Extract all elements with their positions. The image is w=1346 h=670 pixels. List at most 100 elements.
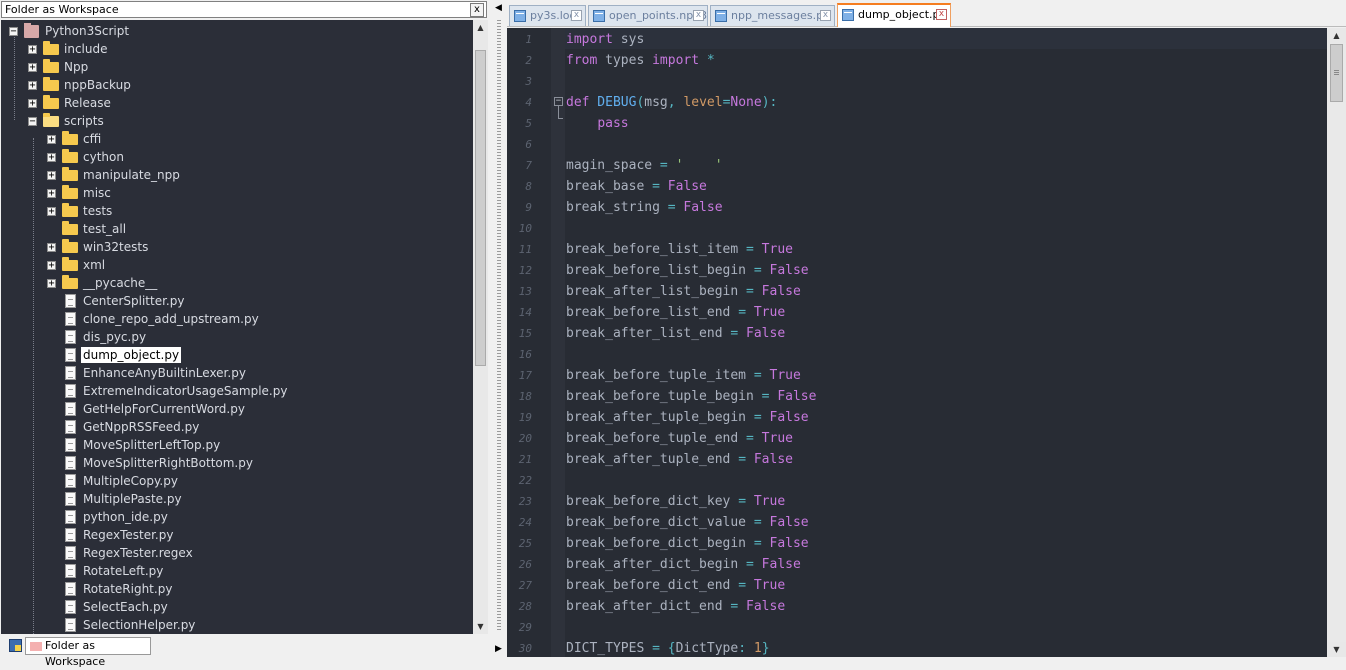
- arrow-right-icon[interactable]: ▶: [495, 644, 502, 654]
- tree-folder-item[interactable]: + include: [1, 40, 473, 58]
- tree-folder-item[interactable]: + xml: [1, 256, 473, 274]
- expand-icon[interactable]: +: [47, 171, 56, 181]
- tree-folder-item[interactable]: test_all: [1, 220, 473, 238]
- expand-icon[interactable]: +: [47, 135, 56, 145]
- tree-file-item[interactable]: RegexTester.regex: [1, 544, 473, 562]
- tree-folder-item[interactable]: + Npp: [1, 58, 473, 76]
- tree-file-item[interactable]: MoveSplitterLeftTop.py: [1, 436, 473, 454]
- tree-folder-item[interactable]: + manipulate_npp: [1, 166, 473, 184]
- editor-scrollbar[interactable]: ▲ ▼: [1327, 28, 1346, 657]
- code-line[interactable]: break_after_dict_begin = False: [566, 554, 801, 575]
- code-line[interactable]: break_after_tuple_end = False: [566, 449, 793, 470]
- tree-scrollbar[interactable]: ▲ ▼: [473, 20, 488, 634]
- code-editor[interactable]: 1 2 3 4 5 6 7 8 9 10 11 12 13 14 15 16 17 18 19 20 21 22 23 24 2…: [507, 28, 1327, 657]
- code-line[interactable]: break_before_dict_end = True: [566, 575, 785, 596]
- code-line[interactable]: break_before_list_item = True: [566, 239, 793, 260]
- close-tab-icon[interactable]: x: [820, 10, 831, 21]
- expand-icon[interactable]: +: [28, 45, 37, 55]
- tree-file-item[interactable]: SelectEach.py: [1, 598, 473, 616]
- code-line[interactable]: break_before_tuple_end = True: [566, 428, 793, 449]
- collapse-icon[interactable]: −: [28, 117, 37, 127]
- code-line[interactable]: magin_space = ' ': [566, 155, 723, 176]
- expand-icon[interactable]: +: [28, 81, 37, 91]
- tree-file-item[interactable]: GetHelpForCurrentWord.py: [1, 400, 473, 418]
- panel-close-button[interactable]: x: [470, 3, 484, 17]
- code-line[interactable]: break_before_list_end = True: [566, 302, 785, 323]
- tree-file-item[interactable]: RotateRight.py: [1, 580, 473, 598]
- code-line[interactable]: break_before_list_begin = False: [566, 260, 809, 281]
- scroll-down-icon[interactable]: ▼: [473, 619, 488, 634]
- tree-scroll-thumb[interactable]: [475, 50, 486, 366]
- tree-folder-item[interactable]: + misc: [1, 184, 473, 202]
- fold-toggle-icon[interactable]: −: [554, 97, 563, 106]
- tree-folder-item[interactable]: + cffi: [1, 130, 473, 148]
- tree-folder-item[interactable]: + __pycache__: [1, 274, 473, 292]
- code-line[interactable]: break_before_dict_value = False: [566, 512, 809, 533]
- code-line[interactable]: break_after_dict_end = False: [566, 596, 785, 617]
- scroll-down-icon[interactable]: ▼: [1327, 642, 1346, 657]
- code-line[interactable]: DICT_TYPES = {DictType: 1}: [566, 638, 770, 657]
- document-tab[interactable]: npp_messages.py x: [710, 5, 835, 26]
- editor-scroll-thumb[interactable]: [1330, 44, 1343, 102]
- tree-file-item[interactable]: GetNppRSSFeed.py: [1, 418, 473, 436]
- tree-file-item[interactable]: python_ide.py: [1, 508, 473, 526]
- arrow-left-icon[interactable]: ◀: [495, 3, 502, 13]
- document-tab[interactable]: open_points.npp3 x: [588, 5, 708, 26]
- tree-file-item[interactable]: SelectionHelper.py: [1, 616, 473, 634]
- expand-icon[interactable]: +: [47, 261, 56, 271]
- tab-folder-as-workspace[interactable]: Folder as Workspace: [25, 637, 151, 668]
- code-line[interactable]: def DEBUG(msg, level=None):: [566, 92, 777, 113]
- code-line[interactable]: break_after_list_end = False: [566, 323, 785, 344]
- tree-file-item[interactable]: RegexTester.py: [1, 526, 473, 544]
- tree-folder-item[interactable]: + tests: [1, 202, 473, 220]
- splitter-grip[interactable]: [497, 20, 501, 630]
- tree-file-item[interactable]: MultipleCopy.py: [1, 472, 473, 490]
- tree-file-item[interactable]: dump_object.py: [1, 346, 473, 364]
- document-tab[interactable]: dump_object.py x: [837, 3, 951, 27]
- code-line[interactable]: break_before_dict_begin = False: [566, 533, 809, 554]
- expand-icon[interactable]: +: [47, 207, 56, 217]
- line-number: 20: [518, 432, 532, 445]
- tree-folder-item[interactable]: + win32tests: [1, 238, 473, 256]
- code-token: =: [652, 179, 660, 194]
- tree-file-item[interactable]: ExtremeIndicatorUsageSample.py: [1, 382, 473, 400]
- tree-file-item[interactable]: dis_pyc.py: [1, 328, 473, 346]
- expand-icon[interactable]: +: [47, 243, 56, 253]
- tree-file-item[interactable]: MultiplePaste.py: [1, 490, 473, 508]
- tree-file-item[interactable]: clone_repo_add_upstream.py: [1, 310, 473, 328]
- tree-folder-item[interactable]: + Release: [1, 94, 473, 112]
- expand-icon[interactable]: +: [47, 153, 56, 163]
- close-tab-icon[interactable]: x: [571, 10, 582, 21]
- panel-splitter[interactable]: ◀ ▶: [491, 0, 507, 657]
- expand-icon[interactable]: +: [47, 189, 56, 199]
- code-line[interactable]: break_before_tuple_item = True: [566, 365, 801, 386]
- code-line[interactable]: import sys: [566, 29, 644, 50]
- code-token: def: [566, 95, 590, 110]
- expand-icon[interactable]: +: [47, 279, 56, 289]
- code-line[interactable]: break_after_list_begin = False: [566, 281, 801, 302]
- code-line[interactable]: pass: [566, 113, 628, 134]
- scroll-up-icon[interactable]: ▲: [1327, 28, 1346, 43]
- tree-file-item[interactable]: MoveSplitterRightBottom.py: [1, 454, 473, 472]
- fold-margin[interactable]: [551, 28, 565, 657]
- tree-file-item[interactable]: EnhanceAnyBuiltinLexer.py: [1, 364, 473, 382]
- code-line[interactable]: break_base = False: [566, 176, 707, 197]
- scroll-up-icon[interactable]: ▲: [473, 20, 488, 35]
- tree-folder-item[interactable]: − scripts: [1, 112, 473, 130]
- tree-folder-item[interactable]: + cython: [1, 148, 473, 166]
- tree-file-item[interactable]: RotateLeft.py: [1, 562, 473, 580]
- code-line[interactable]: break_string = False: [566, 197, 723, 218]
- close-tab-icon[interactable]: x: [693, 10, 704, 21]
- code-line[interactable]: break_before_tuple_begin = False: [566, 386, 816, 407]
- code-line[interactable]: break_before_dict_key = True: [566, 491, 785, 512]
- tree-folder-item[interactable]: + nppBackup: [1, 76, 473, 94]
- tree-folder-item[interactable]: − Python3Script: [1, 22, 473, 40]
- expand-icon[interactable]: +: [28, 99, 37, 109]
- code-line[interactable]: break_after_tuple_begin = False: [566, 407, 809, 428]
- collapse-icon[interactable]: −: [9, 27, 18, 37]
- expand-icon[interactable]: +: [28, 63, 37, 73]
- document-tab[interactable]: py3s.log x: [509, 5, 586, 26]
- close-tab-icon[interactable]: x: [936, 9, 947, 20]
- tree-file-item[interactable]: CenterSplitter.py: [1, 292, 473, 310]
- code-line[interactable]: from types import *: [566, 50, 715, 71]
